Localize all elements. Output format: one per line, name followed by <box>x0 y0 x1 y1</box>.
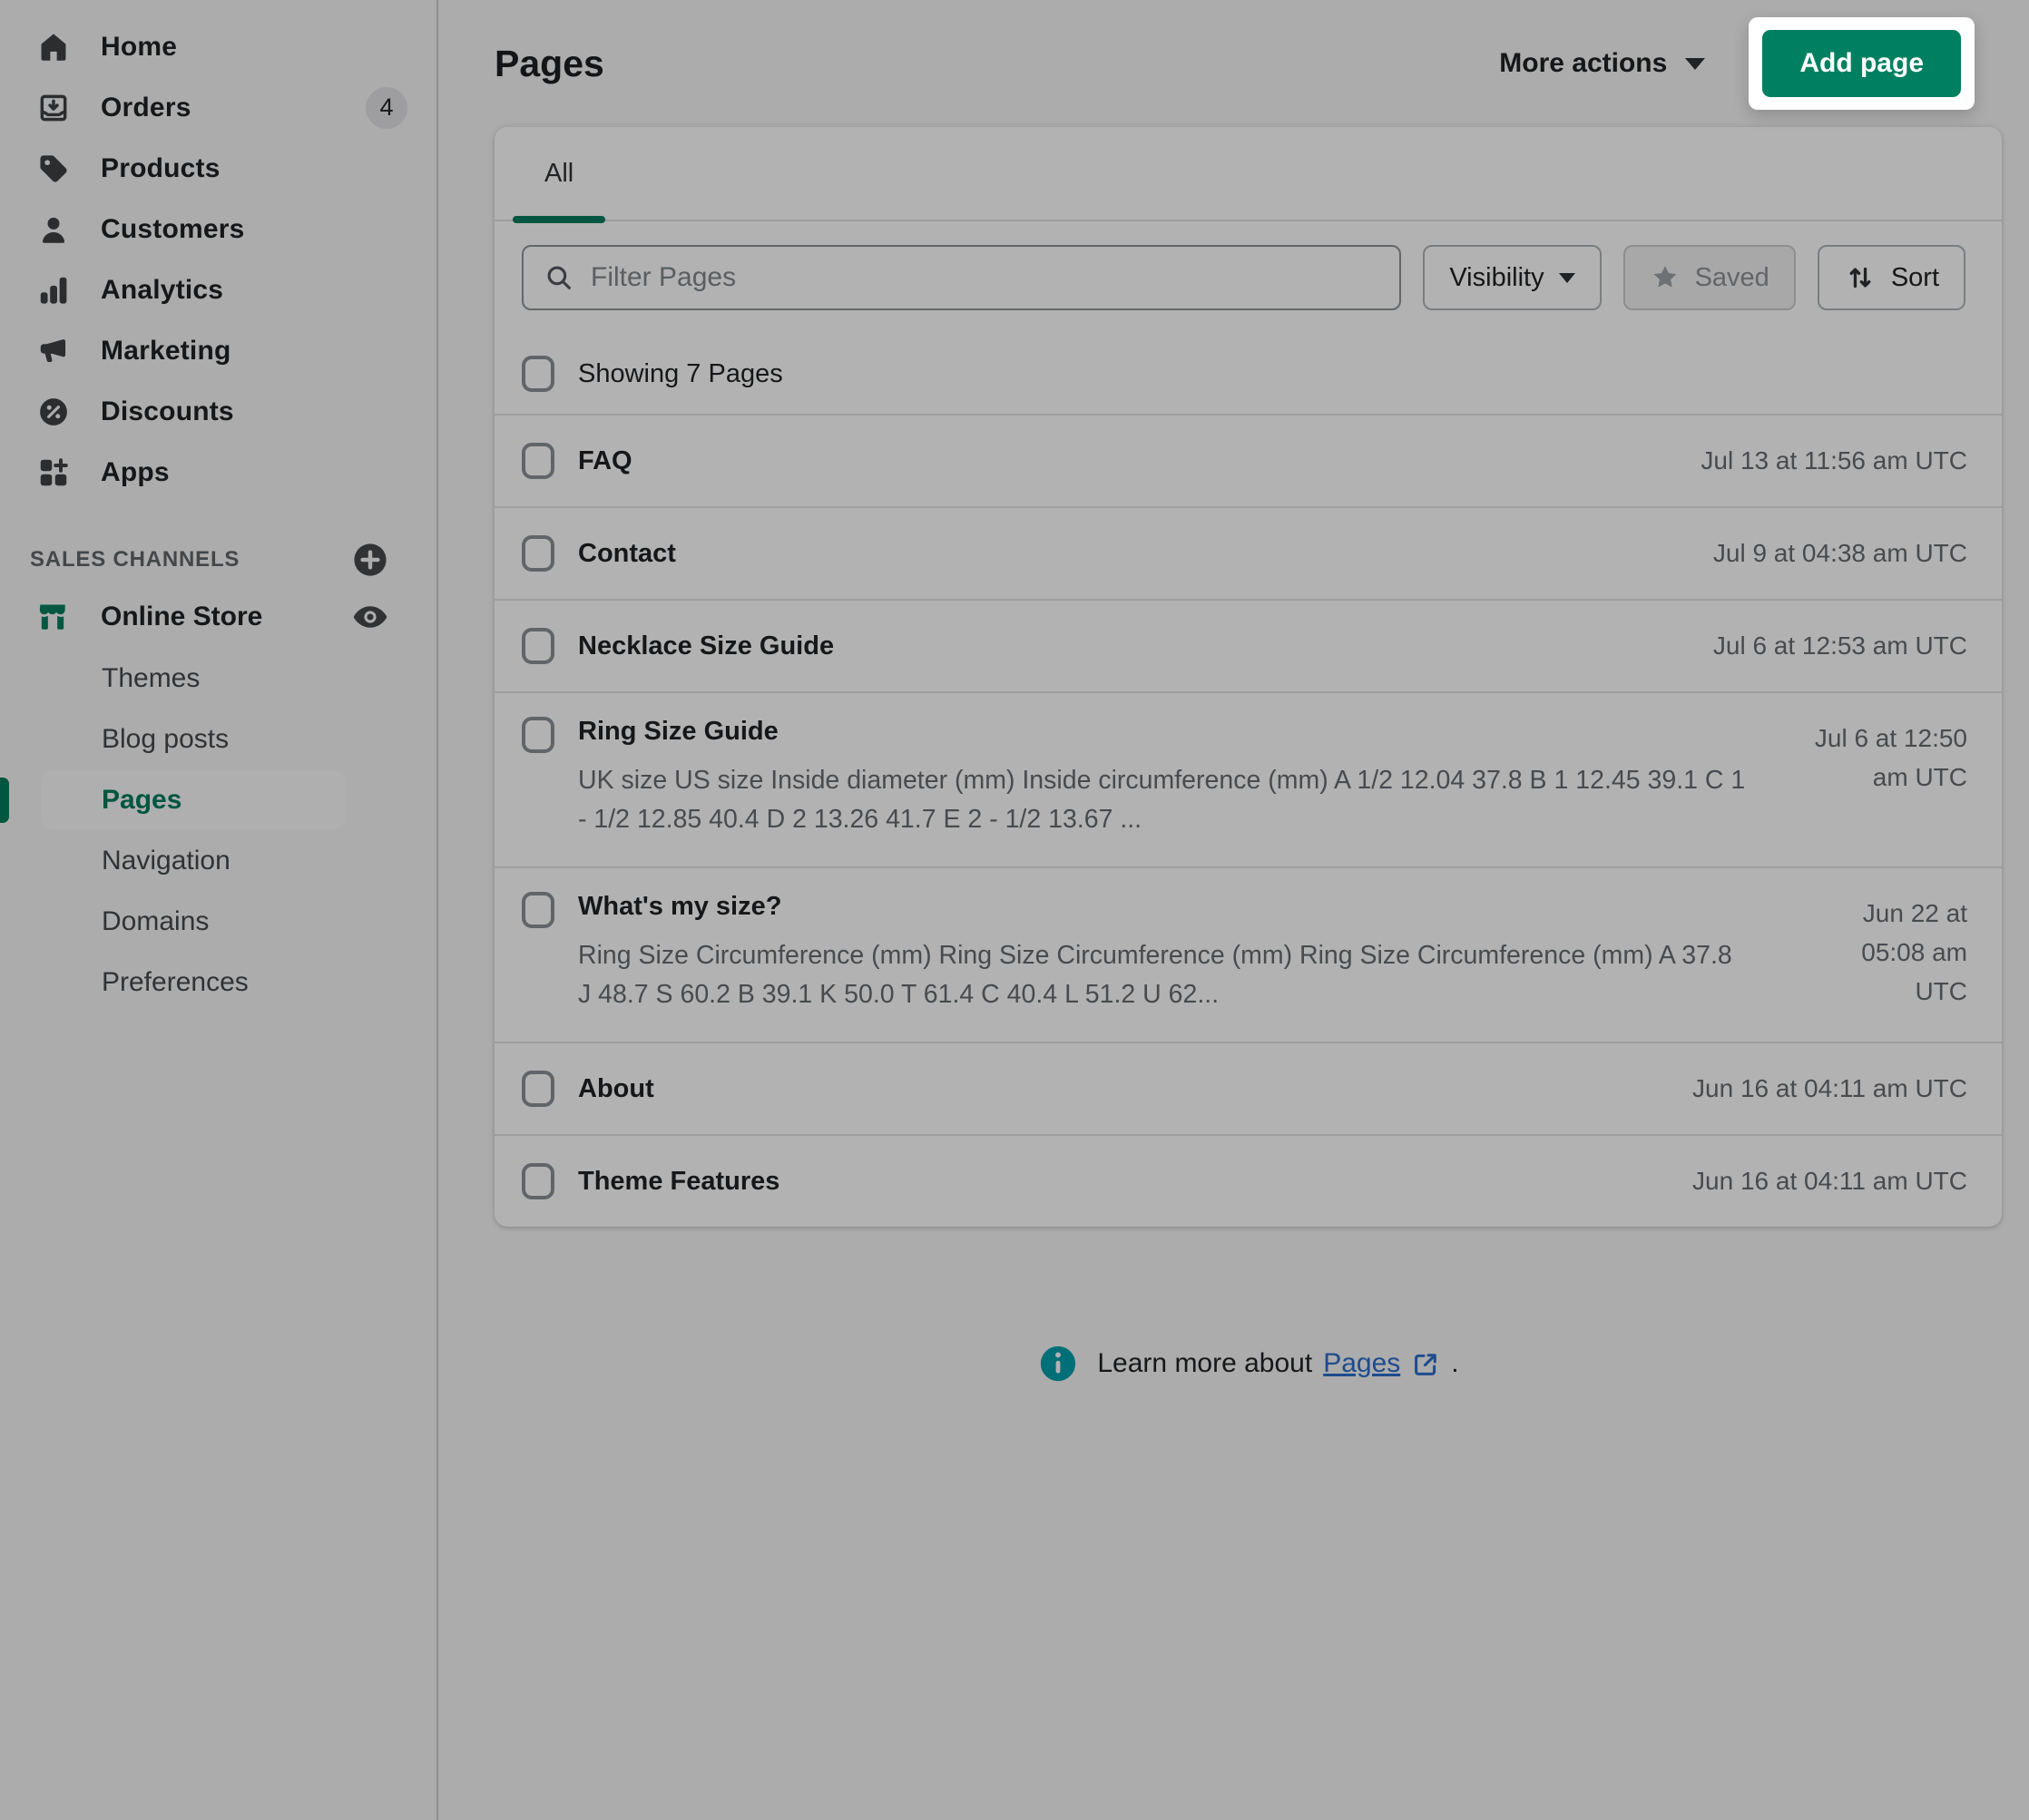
shopify-admin-pages-screen: Home Orders 4 Products Customers A <box>0 0 2029 1820</box>
add-page-button[interactable]: Add page <box>1762 30 1961 97</box>
dim-overlay <box>0 0 2029 1820</box>
add-page-spotlight: Add page <box>1749 17 1975 110</box>
